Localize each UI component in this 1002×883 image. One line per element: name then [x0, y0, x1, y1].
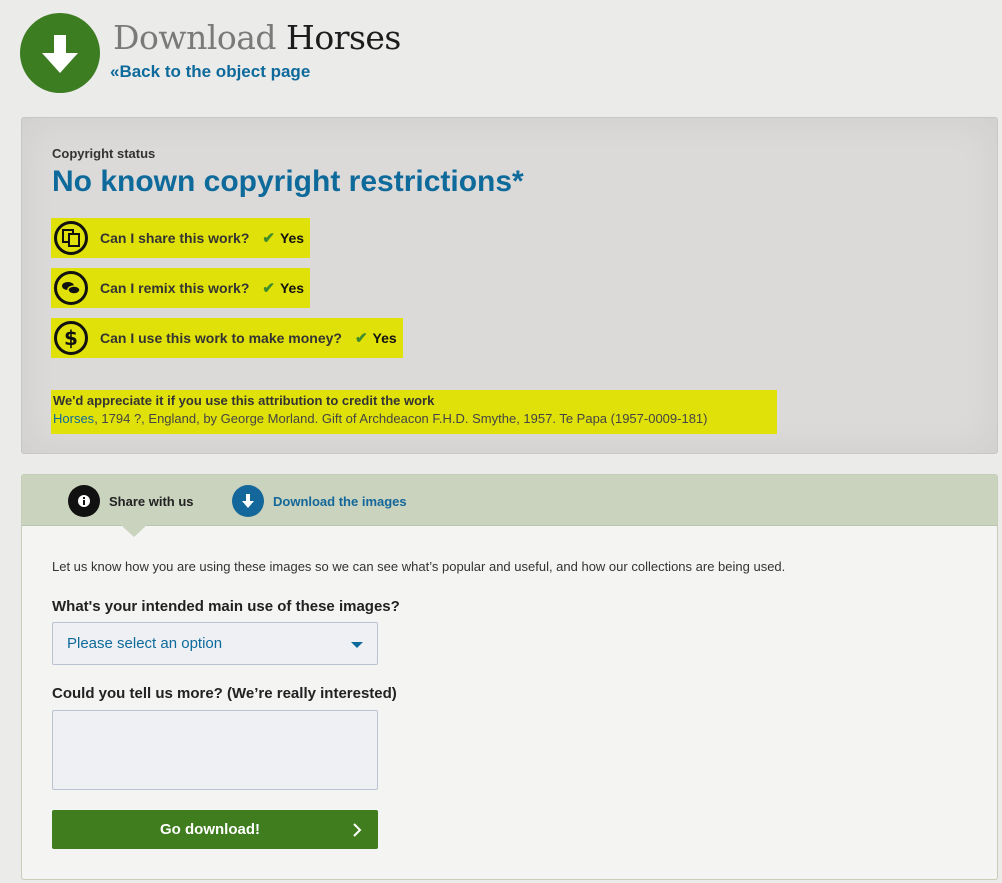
arrow-down-icon: [42, 35, 78, 73]
chevron-right-icon: [353, 823, 362, 837]
remix-icon: [54, 271, 88, 305]
check-icon: ✔: [354, 330, 368, 347]
page-title-object: Horses: [286, 18, 401, 57]
attribution-heading: We'd appreciate it if you use this attri…: [53, 393, 435, 408]
attribution-text: Horses, 1794 ?, England, by George Morla…: [53, 409, 775, 429]
chevron-down-icon: [351, 642, 363, 648]
page-title-prefix: Download: [113, 18, 277, 57]
tell-us-more-label: Could you tell us more? (We’re really in…: [52, 685, 397, 702]
download-circle-icon: [20, 13, 100, 93]
go-download-label: Go download!: [160, 821, 260, 838]
attribution-details: , 1794 ?, England, by George Morland. Gi…: [94, 411, 708, 426]
remix-question-text: Can I remix this work?: [100, 280, 250, 296]
arrow-down-icon: [232, 485, 264, 517]
intro-text: Let us know how you are using these imag…: [52, 559, 786, 574]
attribution-block: We'd appreciate it if you use this attri…: [51, 390, 777, 434]
copyright-status-heading: No known copyright restrictions*: [52, 165, 524, 198]
share-icon: [54, 221, 88, 255]
copyright-status-label: Copyright status: [52, 146, 156, 161]
download-form-panel: Share with us Download the images Let us…: [21, 474, 998, 880]
tab-download-label: Download the images: [273, 493, 407, 509]
tab-bar: Share with us Download the images: [22, 475, 997, 526]
copyright-panel: Copyright status No known copyright rest…: [21, 117, 998, 454]
check-icon: ✔: [262, 230, 275, 247]
share-question-text: Can I share this work?: [100, 230, 250, 246]
money-icon: $: [54, 321, 88, 355]
page-title: Download Horses: [113, 18, 401, 57]
money-question-text: Can I use this work to make money?: [100, 330, 342, 346]
tab-download-images[interactable]: Download the images: [232, 485, 407, 517]
back-to-object-link[interactable]: «Back to the object page: [110, 62, 310, 82]
share-answer: Yes: [279, 230, 305, 246]
check-icon: ✔: [262, 280, 275, 297]
money-answer: Yes: [372, 330, 397, 346]
intended-use-select-value: Please select an option: [67, 635, 223, 652]
share-question-row: Can I share this work? ✔ Yes: [51, 218, 311, 258]
attribution-object-link[interactable]: Horses: [53, 411, 94, 426]
active-tab-pointer: [121, 525, 147, 537]
tab-share-label: Share with us: [109, 493, 194, 509]
intended-use-select[interactable]: Please select an option: [52, 622, 378, 665]
tab-share-with-us[interactable]: Share with us: [68, 485, 194, 517]
tell-us-more-textarea[interactable]: [52, 710, 378, 790]
money-question-row: $ Can I use this work to make money? ✔ Y…: [51, 318, 403, 358]
intended-use-label: What's your intended main use of these i…: [52, 598, 400, 615]
go-download-button[interactable]: Go download!: [52, 810, 378, 849]
remix-answer: Yes: [279, 280, 305, 296]
info-icon: [68, 485, 100, 517]
remix-question-row: Can I remix this work? ✔ Yes: [51, 268, 311, 308]
